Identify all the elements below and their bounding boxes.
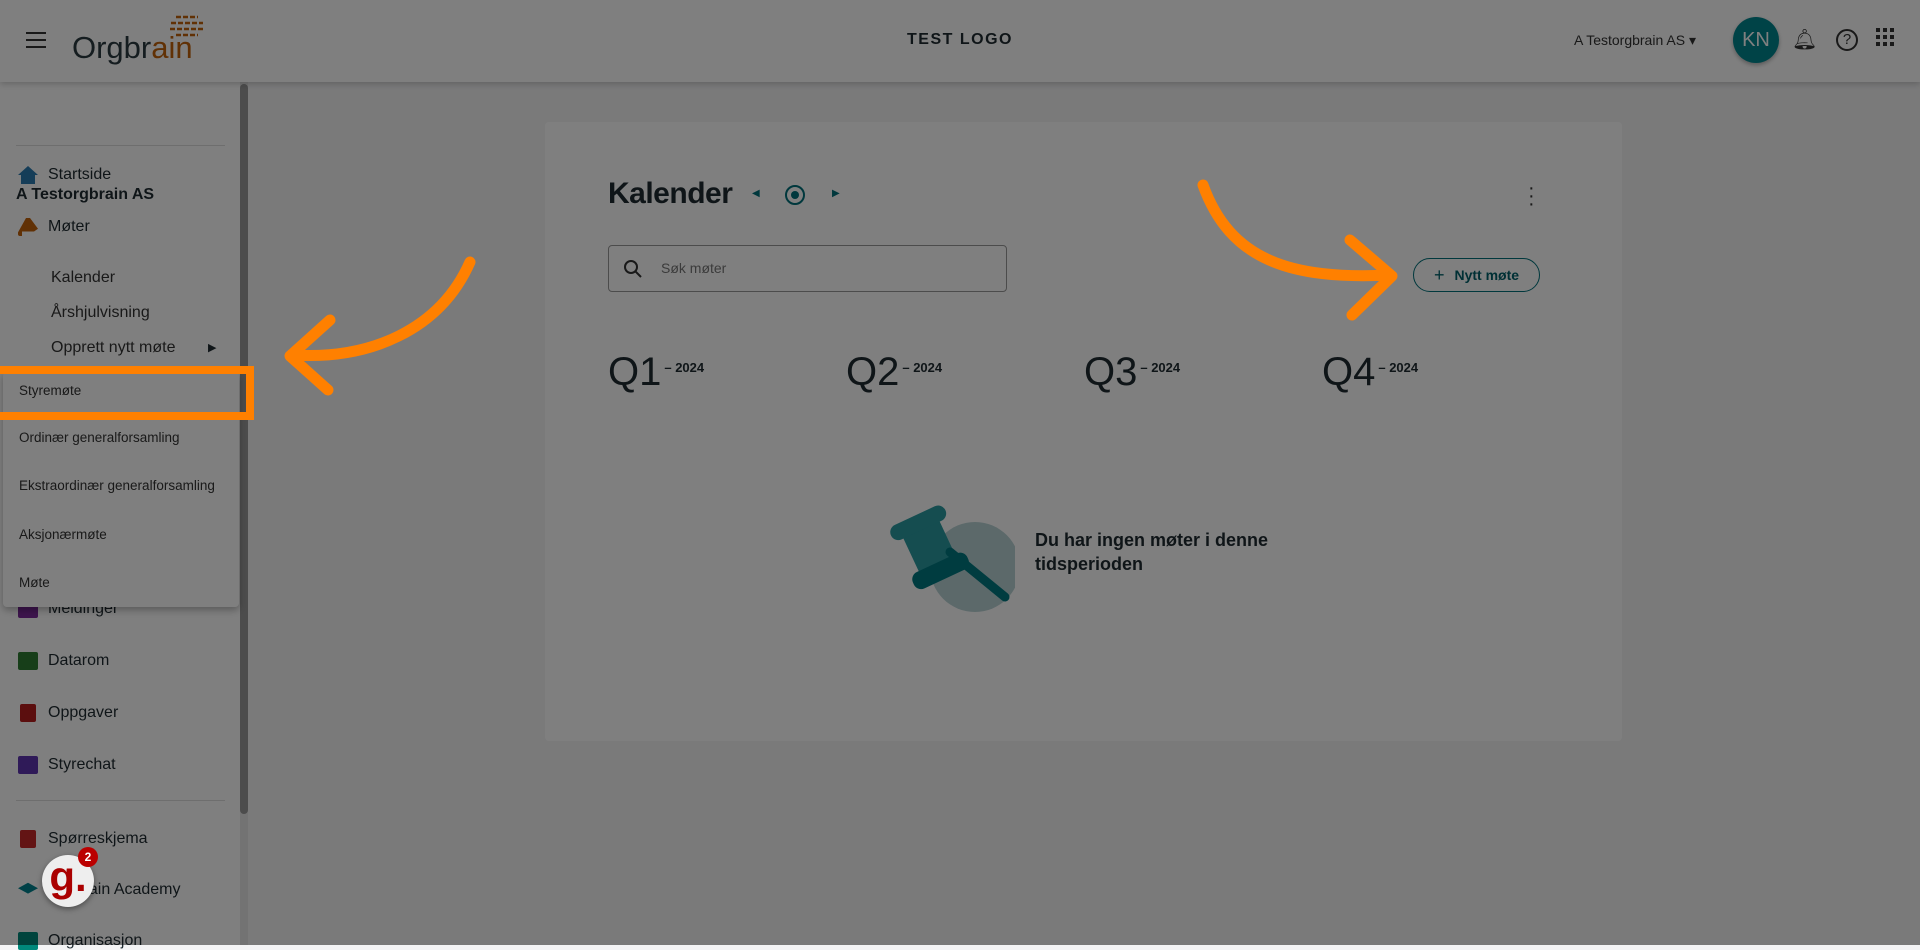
annotation-layer xyxy=(0,179,1398,420)
arrow-left-icon xyxy=(284,256,476,396)
arrow-right-icon xyxy=(1197,179,1398,321)
notification-badge: 2 xyxy=(78,847,98,867)
chat-widget-button[interactable]: g. 2 xyxy=(42,847,98,907)
highlight-box xyxy=(0,366,254,420)
